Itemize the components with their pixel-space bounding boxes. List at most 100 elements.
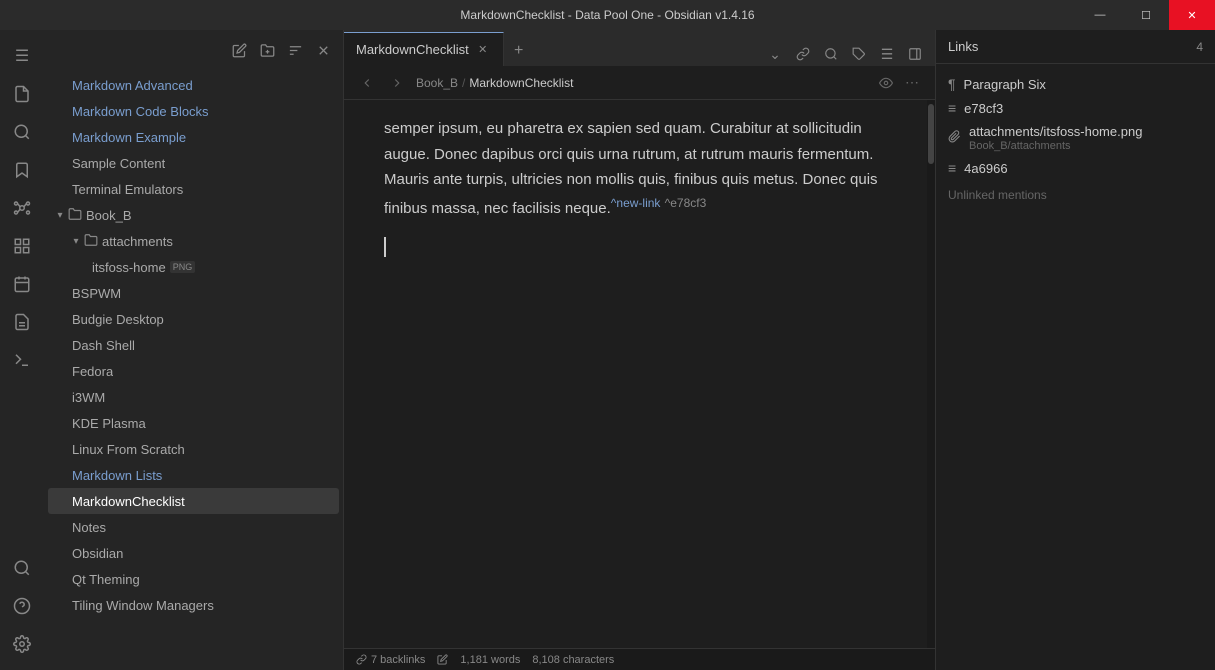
- sort-button[interactable]: [283, 38, 307, 62]
- blocks-icon[interactable]: [4, 228, 40, 264]
- inline-ref-id: ^e78cf3: [665, 196, 707, 210]
- sidebar-item-fedora[interactable]: Fedora: [48, 358, 339, 384]
- panel-title: Links: [948, 39, 978, 54]
- table-icon-1: ≡: [948, 100, 956, 116]
- search-in-file-button[interactable]: [819, 42, 843, 66]
- bookmarks-icon[interactable]: [4, 152, 40, 188]
- sidebar-toolbar: [44, 30, 343, 70]
- editor-header-right: ⋯: [875, 72, 923, 94]
- link-label-4a6966: 4a6966: [964, 161, 1007, 176]
- editor-wrapper: semper ipsum, eu pharetra ex sapien sed …: [344, 100, 935, 648]
- tab-close-button[interactable]: ✕: [475, 42, 491, 58]
- copy-link-button[interactable]: [791, 42, 815, 66]
- window-title: MarkdownChecklist - Data Pool One - Obsi…: [460, 8, 754, 22]
- sidebar-item-kde-plasma[interactable]: KDE Plasma: [48, 410, 339, 436]
- breadcrumb-parent[interactable]: Book_B: [416, 76, 458, 90]
- templates-icon[interactable]: [4, 304, 40, 340]
- editor-scrollbar[interactable]: [927, 100, 935, 648]
- file-tree: Markdown Advanced Markdown Code Blocks M…: [44, 70, 343, 670]
- paragraph-icon: ¶: [948, 76, 956, 92]
- search-icon[interactable]: [4, 114, 40, 150]
- sidebar-folder-attachments[interactable]: ▾ attachments: [48, 228, 339, 254]
- activity-bar-bottom: [4, 550, 40, 670]
- sidebar-item-sample-content[interactable]: Sample Content: [48, 150, 339, 176]
- word-count: 1,181 words: [460, 654, 520, 666]
- sidebar-toggle-icon[interactable]: ☰: [4, 38, 40, 74]
- link-item-4a6966[interactable]: ≡ 4a6966: [936, 156, 1215, 180]
- titlebar: MarkdownChecklist - Data Pool One - Obsi…: [0, 0, 1215, 30]
- right-panel-header: Links 4: [936, 30, 1215, 64]
- sidebar-item-markdown-lists[interactable]: Markdown Lists: [48, 462, 339, 488]
- breadcrumb-current: MarkdownChecklist: [469, 76, 573, 90]
- status-left: 7 backlinks 1,181 words 8,108 characters: [356, 654, 614, 666]
- sidebar: Markdown Advanced Markdown Code Blocks M…: [44, 30, 344, 670]
- sidebar-item-qt-theming[interactable]: Qt Theming: [48, 566, 339, 592]
- backlinks-label: 7 backlinks: [371, 654, 425, 666]
- inline-ref: ^new-link: [611, 196, 661, 210]
- new-note-button[interactable]: [227, 38, 251, 62]
- words-label: 1,181 words: [460, 654, 520, 666]
- edit-status[interactable]: [437, 654, 448, 665]
- sidebar-item-tiling-window-managers[interactable]: Tiling Window Managers: [48, 592, 339, 618]
- sidebar-item-i3wm[interactable]: i3WM: [48, 384, 339, 410]
- text-cursor: [384, 237, 386, 257]
- link-label-paragraph-six: Paragraph Six: [964, 77, 1046, 92]
- editor-paragraph: semper ipsum, eu pharetra ex sapien sed …: [384, 116, 887, 221]
- link-item-e78cf3[interactable]: ≡ e78cf3: [936, 96, 1215, 120]
- tab-markdownchecklist[interactable]: MarkdownChecklist ✕: [344, 32, 504, 66]
- window-controls: — ☐ ✕: [1077, 0, 1215, 30]
- toggle-right-panel-button[interactable]: [903, 42, 927, 66]
- attachments-folder-icon: [84, 233, 98, 250]
- right-panel-content: ¶ Paragraph Six ≡ e78cf3 attachments/its…: [936, 64, 1215, 670]
- graph-icon[interactable]: [4, 190, 40, 226]
- new-tab-button[interactable]: +: [504, 36, 534, 66]
- tab-bar: MarkdownChecklist ✕ + ⌄ ☰: [344, 30, 935, 66]
- main-content: MarkdownChecklist ✕ + ⌄ ☰: [344, 30, 935, 670]
- attachments-arrow-icon: ▾: [68, 233, 84, 249]
- editor-area[interactable]: semper ipsum, eu pharetra ex sapien sed …: [344, 100, 927, 648]
- help-icon[interactable]: [4, 588, 40, 624]
- nav-back-button[interactable]: [356, 72, 378, 94]
- close-sidebar-button[interactable]: [311, 38, 335, 62]
- maximize-button[interactable]: ☐: [1123, 0, 1169, 30]
- new-folder-button[interactable]: [255, 38, 279, 62]
- reading-view-button[interactable]: [875, 72, 897, 94]
- sidebar-item-budgie-desktop[interactable]: Budgie Desktop: [48, 306, 339, 332]
- sidebar-item-notes[interactable]: Notes: [48, 514, 339, 540]
- settings-icon[interactable]: [4, 626, 40, 662]
- sidebar-item-terminal-emulators[interactable]: Terminal Emulators: [48, 176, 339, 202]
- sidebar-item-markdown-example[interactable]: Markdown Example: [48, 124, 339, 150]
- attachment-icon: [948, 130, 961, 146]
- sidebar-item-itsfoss-home[interactable]: itsfoss-home PNG: [48, 254, 339, 280]
- calendar-icon[interactable]: [4, 266, 40, 302]
- nav-forward-button[interactable]: [386, 72, 408, 94]
- link-item-paragraph-six[interactable]: ¶ Paragraph Six: [936, 72, 1215, 96]
- files-icon[interactable]: [4, 76, 40, 112]
- sidebar-item-linux-from-scratch[interactable]: Linux From Scratch: [48, 436, 339, 462]
- link-label-attachment: attachments/itsfoss-home.png: [969, 124, 1142, 139]
- table-icon-2: ≡: [948, 160, 956, 176]
- backlinks-status[interactable]: 7 backlinks: [356, 654, 425, 666]
- link-item-attachment[interactable]: attachments/itsfoss-home.png Book_B/atta…: [936, 120, 1215, 156]
- close-button[interactable]: ✕: [1169, 0, 1215, 30]
- terminal-icon[interactable]: [4, 342, 40, 378]
- sidebar-folder-book-b[interactable]: ▾ Book_B: [48, 202, 339, 228]
- sidebar-item-obsidian[interactable]: Obsidian: [48, 540, 339, 566]
- unlinked-mentions-header[interactable]: Unlinked mentions: [936, 180, 1215, 210]
- editor-header: Book_B / MarkdownChecklist ⋯: [344, 66, 935, 100]
- folder-arrow-icon: ▾: [52, 207, 68, 223]
- search-bottom-icon[interactable]: [4, 550, 40, 586]
- more-options-button[interactable]: ☰: [875, 42, 899, 66]
- tags-button[interactable]: [847, 42, 871, 66]
- sidebar-item-markdownchecklist[interactable]: MarkdownChecklist: [48, 488, 339, 514]
- more-editor-options-button[interactable]: ⋯: [901, 72, 923, 94]
- minimize-button[interactable]: —: [1077, 0, 1123, 30]
- cursor-line: [384, 237, 887, 257]
- sidebar-item-markdown-code-blocks[interactable]: Markdown Code Blocks: [48, 98, 339, 124]
- scrollbar-thumb[interactable]: [928, 104, 934, 164]
- sidebar-item-bspwm[interactable]: BSPWM: [48, 280, 339, 306]
- sidebar-item-markdown-advanced[interactable]: Markdown Advanced: [48, 72, 339, 98]
- activity-bar: ☰: [0, 30, 44, 670]
- sidebar-item-dash-shell[interactable]: Dash Shell: [48, 332, 339, 358]
- tab-dropdown-button[interactable]: ⌄: [763, 42, 787, 66]
